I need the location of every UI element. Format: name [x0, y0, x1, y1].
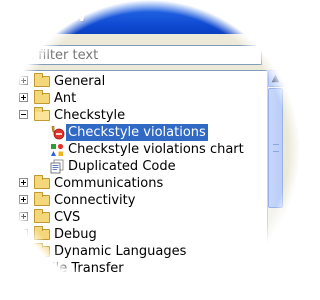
checkstyle-violations-icon	[49, 125, 65, 140]
tree-item-communications[interactable]: Communications	[0, 175, 260, 192]
folder-icon	[34, 243, 50, 257]
title-bar[interactable]: iew	[0, 0, 300, 34]
tree-item-checkstyle-violations[interactable]: Checkstyle violations	[0, 124, 260, 141]
tree-item-label: CVS	[54, 210, 81, 225]
tree-item-java[interactable]: va	[0, 277, 260, 294]
tree-item-label: Communications	[54, 176, 164, 191]
window-title: iew	[58, 6, 86, 25]
tree-item-label: Checkstyle violations chart	[68, 142, 244, 157]
expand-icon[interactable]	[19, 229, 28, 238]
show-view-dialog: iew General Ant Checkstyle	[0, 0, 300, 300]
tree-item-label: Ant	[54, 91, 77, 106]
folder-icon	[34, 226, 50, 240]
vertical-scrollbar[interactable]: ▲	[267, 70, 283, 300]
tree-item-label: Connectivity	[54, 193, 136, 208]
tree-item-label: Checkstyle violations	[66, 124, 208, 141]
tree-item-label: General	[54, 74, 106, 89]
scroll-thumb[interactable]	[268, 88, 283, 208]
tree-item-label: Checkstyle	[54, 108, 126, 123]
folder-icon	[34, 73, 50, 87]
expand-icon[interactable]	[19, 93, 28, 102]
tree-item-connectivity[interactable]: Connectivity	[0, 192, 260, 209]
tree-item-general[interactable]: General	[0, 73, 260, 90]
expand-icon[interactable]	[19, 212, 28, 221]
folder-icon	[34, 209, 50, 223]
tree-item-label: ile Transfer	[52, 261, 124, 276]
tree-item-dynamic-languages[interactable]: Dynamic Languages	[0, 243, 260, 260]
folder-icon	[34, 175, 50, 189]
filter-input[interactable]	[0, 45, 262, 65]
tree-item-checkstyle-violations-chart[interactable]: Checkstyle violations chart	[0, 141, 260, 158]
tree-item-label: va	[64, 278, 80, 293]
screenshot-stage: iew General Ant Checkstyle	[0, 0, 300, 300]
tree-item-debug[interactable]: Debug	[0, 226, 260, 243]
tree-item-label: Dynamic Languages	[54, 244, 187, 259]
expand-icon[interactable]	[19, 195, 28, 204]
view-tree[interactable]: General Ant Checkstyle Checkstyle violat…	[0, 70, 283, 300]
expand-icon[interactable]	[19, 76, 28, 85]
expand-icon[interactable]	[19, 178, 28, 187]
tree-item-cvs[interactable]: CVS	[0, 209, 260, 226]
tree-item-label: Duplicated Code	[68, 159, 176, 174]
checkstyle-chart-icon	[49, 142, 65, 157]
tree-item-checkstyle[interactable]: Checkstyle	[0, 107, 260, 124]
tree-item-duplicated-code[interactable]: Duplicated Code	[0, 158, 260, 175]
tree-item-ant[interactable]: Ant	[0, 90, 260, 107]
folder-icon	[34, 192, 50, 206]
open-folder-icon	[34, 107, 50, 121]
tree-item-file-transfer[interactable]: ile Transfer	[0, 260, 260, 277]
duplicated-code-icon	[49, 159, 65, 174]
folder-icon	[34, 90, 50, 104]
collapse-icon[interactable]	[19, 110, 28, 119]
tree-item-label: Debug	[54, 227, 97, 242]
scroll-up-icon[interactable]: ▲	[268, 70, 283, 87]
